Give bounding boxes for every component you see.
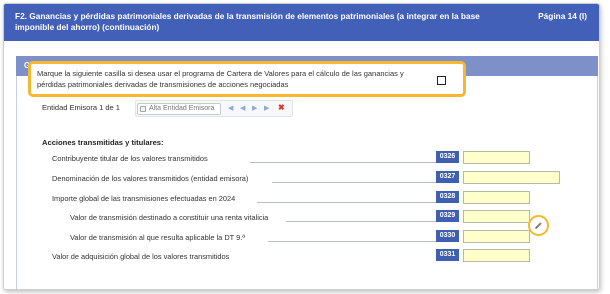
field-0327[interactable] bbox=[463, 171, 560, 184]
form-window: F2. Ganancias y pérdidas patrimoniales d… bbox=[3, 3, 600, 290]
acciones-heading: Acciones transmitidas y titulares: bbox=[42, 138, 164, 147]
cartera-valores-highlight: Marque la siguiente casilla si desea usa… bbox=[28, 61, 466, 97]
code-0326: 0326 bbox=[436, 151, 459, 163]
row-label-0329: Valor de transmisión destinado a constit… bbox=[70, 213, 269, 222]
code-0329: 0329 bbox=[436, 210, 459, 222]
page-indicator: Página 14 (I) bbox=[538, 11, 587, 21]
previous-icon[interactable]: ◀ bbox=[240, 103, 245, 115]
code-0328: 0328 bbox=[436, 191, 459, 203]
field-0326[interactable] bbox=[463, 151, 530, 164]
row-leader bbox=[268, 241, 436, 242]
field-0330[interactable] bbox=[463, 230, 530, 243]
form-header: F2. Ganancias y pérdidas patrimoniales d… bbox=[4, 4, 599, 41]
field-0328[interactable] bbox=[463, 191, 530, 204]
delete-icon[interactable]: ✖ bbox=[278, 102, 285, 114]
code-0327: 0327 bbox=[436, 171, 459, 183]
field-0331[interactable] bbox=[463, 249, 530, 262]
row-leader bbox=[257, 202, 436, 203]
first-icon[interactable]: ◀ bbox=[228, 103, 233, 115]
row-leader bbox=[286, 221, 436, 222]
emisora-toolbar: Alta Entidad Emisora ◀ ◀ ▶ ▶ ✖ bbox=[135, 100, 293, 117]
edit-button[interactable] bbox=[528, 215, 549, 236]
checkbox-prompt: Marque la siguiente casilla si desea usa… bbox=[37, 69, 404, 89]
alta-entidad-label: Alta Entidad Emisora bbox=[149, 105, 215, 112]
form-title: F2. Ganancias y pérdidas patrimoniales d… bbox=[15, 11, 480, 32]
row-leader bbox=[272, 182, 436, 183]
row-label-0326: Contribuyente titular de los valores tra… bbox=[52, 154, 208, 163]
row-leader bbox=[250, 162, 436, 163]
entidad-emisora-label: Entidad Emisora 1 de 1 bbox=[42, 103, 120, 112]
row-label-0327: Denominación de los valores transmitidos… bbox=[52, 174, 249, 183]
row-label-0331: Valor de adquisición global de los valor… bbox=[52, 252, 230, 261]
next-icon[interactable]: ▶ bbox=[252, 103, 257, 115]
pencil-icon bbox=[535, 222, 542, 229]
row-label-0328: Importe global de las transmisiones efec… bbox=[52, 194, 236, 203]
row-label-0330: Valor de transmisión al que resulta apli… bbox=[70, 233, 245, 242]
field-0329[interactable] bbox=[463, 210, 530, 223]
cartera-valores-checkbox[interactable] bbox=[437, 76, 446, 85]
code-0330: 0330 bbox=[436, 230, 459, 242]
last-icon[interactable]: ▶ bbox=[264, 103, 269, 115]
document-icon bbox=[140, 106, 146, 112]
alta-entidad-button[interactable]: Alta Entidad Emisora bbox=[137, 103, 221, 115]
code-0331: 0331 bbox=[436, 249, 459, 261]
